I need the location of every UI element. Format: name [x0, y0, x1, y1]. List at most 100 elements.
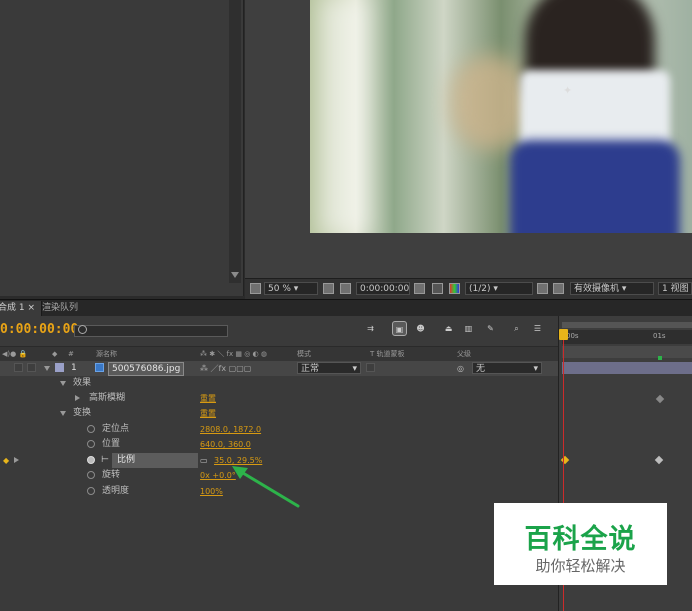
chevron-down-icon: ▾	[352, 364, 357, 374]
watermark-title: 百科全说	[524, 524, 637, 555]
show-snapshot-icon[interactable]	[432, 283, 443, 294]
layer-row[interactable]: 1 500576086.jpg ⁂ ／fx ▢▢▢ 正常 ▾ ◎ 无 ▾	[0, 361, 558, 376]
zoom-value: 50 %	[268, 284, 291, 294]
stopwatch-icon[interactable]	[87, 471, 95, 479]
photo-girl-skirt	[510, 140, 680, 233]
parent-value: 无	[476, 364, 486, 374]
draft-3d-icon[interactable]: ▣	[392, 321, 407, 336]
photo-girl-shirt	[520, 70, 670, 150]
motion-blur-icon[interactable]: ▥	[461, 321, 476, 336]
resolution-value: (1/2)	[469, 284, 491, 294]
graph-editor-icon[interactable]: ⌕	[509, 321, 524, 336]
tab-composition-label: 合成 1	[0, 303, 25, 313]
column-mode[interactable]: 模式	[297, 348, 311, 360]
photo-bokeh-highlight	[320, 0, 370, 233]
column-trkmat[interactable]: T 轨道蒙板	[370, 348, 405, 360]
watermark: 百科全说 助你轻松解决	[494, 503, 667, 585]
anchor-point-row[interactable]: 定位点 2808.0, 1872.0	[0, 422, 558, 437]
column-source-name[interactable]: 源名称	[96, 348, 117, 360]
expand-effects-icon[interactable]	[60, 381, 66, 386]
transform-group-row[interactable]: 变换 重置	[0, 406, 558, 421]
column-num: #	[68, 350, 74, 358]
graph-toggle-icon[interactable]: ⊢	[101, 453, 109, 468]
time-ruler[interactable]: 00s 01s	[562, 330, 692, 344]
layer-switches[interactable]: ⁂ ／fx ▢▢▢	[200, 361, 251, 376]
anchor-point-value[interactable]: 2808.0, 1872.0	[200, 422, 261, 437]
solo-switch[interactable]	[27, 363, 36, 372]
stopwatch-icon[interactable]	[87, 440, 95, 448]
region-of-interest-icon[interactable]	[537, 283, 548, 294]
parent-select[interactable]: 无 ▾	[472, 362, 542, 374]
timeline-menu-icon[interactable]: ☰	[530, 321, 545, 336]
zoom-select[interactable]: 50 % ▾	[264, 282, 318, 295]
current-time-display[interactable]: 0:00:00:00	[0, 322, 78, 337]
resolution-select[interactable]: (1/2) ▾	[465, 282, 533, 295]
ruler-label-1: 01s	[653, 332, 666, 340]
project-panel	[0, 0, 244, 296]
fit-icon[interactable]	[323, 283, 334, 294]
transform-label: 变换	[73, 408, 92, 418]
constrain-proportions-link-icon[interactable]: ▭	[200, 453, 208, 468]
expand-blur-icon[interactable]	[75, 395, 80, 401]
always-preview-icon[interactable]	[250, 283, 261, 294]
column-parent[interactable]: 父级	[457, 348, 471, 360]
keyframe-nav-diamond-icon[interactable]: ◆	[3, 453, 9, 468]
composition-mini-flowchart-icon[interactable]: ⇉	[363, 321, 378, 336]
channel-rgb-icon[interactable]	[449, 283, 460, 294]
opacity-label: 透明度	[102, 486, 130, 496]
gaussian-blur-label: 高斯模糊	[89, 393, 126, 403]
playhead-handle[interactable]	[559, 329, 568, 340]
trkmat-select[interactable]	[366, 363, 375, 372]
layer-duration-bar[interactable]	[562, 362, 692, 374]
gaussian-blur-reset-link[interactable]: 重置	[200, 391, 216, 406]
video-switch[interactable]	[14, 363, 23, 372]
position-row[interactable]: 位置 640.0, 360.0	[0, 437, 558, 452]
annotation-arrow	[232, 466, 300, 508]
label-color-swatch[interactable]	[55, 363, 64, 372]
transparency-grid-icon[interactable]	[553, 283, 564, 294]
anchor-crosshair-icon: ✦	[563, 84, 573, 97]
frame-blending-icon[interactable]: ⏏	[441, 321, 456, 336]
photo-blurred-doll	[450, 55, 530, 150]
blend-mode-value: 正常	[301, 364, 320, 374]
scale-label: 比例	[117, 455, 136, 465]
effects-group-row[interactable]: 效果	[0, 376, 558, 391]
scroll-down-arrow-icon[interactable]	[231, 272, 239, 278]
viewer-timecode[interactable]: 0:00:00:00	[356, 282, 410, 295]
blend-mode-select[interactable]: 正常 ▾	[297, 362, 361, 374]
work-area-bar[interactable]	[562, 322, 692, 328]
safe-zones-icon[interactable]	[340, 283, 351, 294]
panel-tab-bar: 合成 1 × 渲染队列	[0, 299, 692, 317]
label-icon: ◆	[52, 350, 58, 358]
av-features-icon: ◀)● 🔒	[2, 350, 28, 358]
layer-name-field[interactable]: 500576086.jpg	[108, 362, 185, 376]
time-navigator[interactable]	[562, 346, 692, 358]
brainstorm-icon[interactable]: ✎	[483, 321, 498, 336]
next-keyframe-icon[interactable]	[14, 457, 19, 463]
stopwatch-active-icon[interactable]	[87, 456, 95, 464]
effects-label: 效果	[73, 378, 92, 388]
gaussian-blur-row[interactable]: 高斯模糊 重置	[0, 391, 558, 406]
expand-transform-icon[interactable]	[60, 411, 66, 416]
switches-icons: ⁂ ✱ ＼ fx ▦ ◎ ◐ ◍	[200, 350, 267, 358]
position-value[interactable]: 640.0, 360.0	[200, 437, 251, 452]
hide-shy-layers-icon[interactable]: ☻	[413, 321, 428, 336]
transform-reset-link[interactable]: 重置	[200, 406, 216, 421]
search-icon	[78, 325, 87, 334]
camera-select[interactable]: 有效摄像机 ▾	[570, 282, 654, 295]
tab-render-queue[interactable]: 渲染队列	[36, 301, 84, 316]
search-input[interactable]	[74, 325, 228, 337]
view-layout-select[interactable]: 1 视图	[658, 282, 692, 295]
stopwatch-icon[interactable]	[87, 487, 95, 495]
anchor-point-label: 定位点	[102, 424, 130, 434]
composition-preview-image[interactable]: ✦	[310, 0, 692, 233]
cti-green-marker	[658, 356, 662, 360]
stopwatch-icon[interactable]	[87, 425, 95, 433]
chevron-down-icon: ▾	[533, 364, 538, 374]
pickwhip-icon[interactable]: ◎	[457, 361, 464, 376]
opacity-value[interactable]: 100%	[200, 484, 223, 499]
vertical-scrollbar[interactable]	[229, 0, 241, 283]
viewer-toolbar: 50 % ▾ 0:00:00:00 (1/2) ▾ 有效摄像机 ▾ 1 视图	[245, 278, 692, 299]
snapshot-camera-icon[interactable]	[414, 283, 425, 294]
expand-layer-icon[interactable]	[44, 366, 50, 371]
